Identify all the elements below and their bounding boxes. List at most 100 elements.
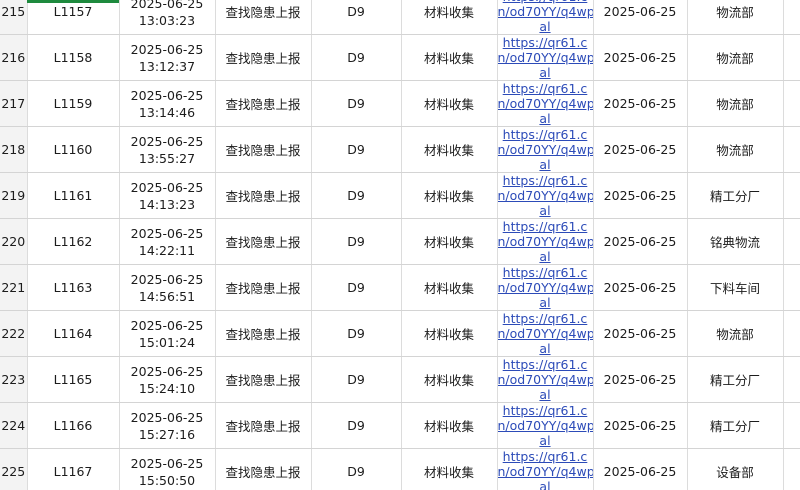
- cell-report-date[interactable]: 2025-06-25: [593, 264, 688, 311]
- row-number[interactable]: 216: [0, 34, 28, 81]
- cell-department[interactable]: 设备部: [687, 448, 784, 490]
- row-number[interactable]: 220: [0, 218, 28, 265]
- link-text-line-2[interactable]: n/od70YY/q4wpE: [498, 326, 593, 341]
- cell-category[interactable]: 材料收集: [401, 80, 498, 127]
- link-text-line-2[interactable]: n/od70YY/q4wpE: [498, 280, 593, 295]
- link-text-line-3[interactable]: al: [498, 433, 593, 448]
- cell-id[interactable]: L1157: [27, 0, 120, 35]
- cell-report-date[interactable]: 2025-06-25: [593, 0, 688, 35]
- link-text-line-3[interactable]: al: [498, 65, 593, 80]
- link-text-line-3[interactable]: al: [498, 295, 593, 310]
- cell-id[interactable]: L1159: [27, 80, 120, 127]
- table-row[interactable]: 223 L1165 2025-06-25 15:24:10 查找隐患上报 D9 材料收集 ht…: [0, 356, 800, 403]
- cell-code[interactable]: D9: [311, 0, 402, 35]
- cell-link[interactable]: https://qr61.cn/od70YY/q4wpEal: [497, 218, 594, 265]
- cell-report-date[interactable]: 2025-06-25: [593, 356, 688, 403]
- cell-empty[interactable]: [783, 310, 800, 357]
- cell-link[interactable]: https://qr61.cn/od70YY/q4wpEal: [497, 310, 594, 357]
- row-number[interactable]: 217: [0, 80, 28, 127]
- cell-empty[interactable]: [783, 448, 800, 490]
- link-text-line-1[interactable]: https://qr61.c: [498, 449, 593, 464]
- link-text-line-2[interactable]: n/od70YY/q4wpE: [498, 188, 593, 203]
- cell-id[interactable]: L1165: [27, 356, 120, 403]
- link-text-line-1[interactable]: https://qr61.c: [498, 81, 593, 96]
- cell-code[interactable]: D9: [311, 80, 402, 127]
- cell-department[interactable]: 铭典物流: [687, 218, 784, 265]
- cell-datetime[interactable]: 2025-06-25 14:56:51: [119, 264, 216, 311]
- table-row[interactable]: 215L11572025-06-2513:03:23查找隐患上报D9材料收集ht…: [0, 0, 800, 35]
- cell-code[interactable]: D9: [311, 172, 402, 219]
- cell-datetime[interactable]: 2025-06-25 14:22:11: [119, 218, 216, 265]
- cell-code[interactable]: D9: [311, 126, 402, 173]
- row-number[interactable]: 219: [0, 172, 28, 219]
- link-text-line-1[interactable]: https://qr61.c: [498, 173, 593, 188]
- cell-empty[interactable]: [783, 264, 800, 311]
- link-text-line-3[interactable]: al: [498, 157, 593, 172]
- link-text-line-3[interactable]: al: [498, 387, 593, 402]
- cell-task[interactable]: 查找隐患上报: [215, 34, 312, 81]
- cell-link[interactable]: https://qr61.cn/od70YY/q4wpEal: [497, 448, 594, 490]
- table-row[interactable]: 225 L1167 2025-06-25 15:50:50 查找隐患上报 D9 材料收集 ht…: [0, 448, 800, 490]
- cell-empty[interactable]: [783, 218, 800, 265]
- link-text-line-3[interactable]: al: [498, 249, 593, 264]
- link-text-line-2[interactable]: n/od70YY/q4wpE: [498, 464, 593, 479]
- cell-empty[interactable]: [783, 80, 800, 127]
- link-text-line-3[interactable]: al: [498, 203, 593, 218]
- row-number[interactable]: 225: [0, 448, 28, 490]
- link-text-line-1[interactable]: https://qr61.c: [498, 35, 593, 50]
- cell-empty[interactable]: [783, 172, 800, 219]
- cell-id[interactable]: L1161: [27, 172, 120, 219]
- table-row[interactable]: 221 L1163 2025-06-25 14:56:51 查找隐患上报 D9 材料收集 ht…: [0, 264, 800, 311]
- cell-datetime[interactable]: 2025-06-25 13:55:27: [119, 126, 216, 173]
- cell-report-date[interactable]: 2025-06-25: [593, 126, 688, 173]
- cell-department[interactable]: 物流部: [687, 310, 784, 357]
- cell-department[interactable]: 物流部: [687, 126, 784, 173]
- cell-department[interactable]: 物流部: [687, 80, 784, 127]
- cell-empty[interactable]: [783, 356, 800, 403]
- link-text-line-2[interactable]: n/od70YY/q4wpE: [498, 4, 593, 19]
- table-row[interactable]: 220 L1162 2025-06-25 14:22:11 查找隐患上报 D9 材料收集 ht…: [0, 218, 800, 265]
- row-number[interactable]: 224: [0, 402, 28, 449]
- cell-report-date[interactable]: 2025-06-25: [593, 402, 688, 449]
- cell-datetime[interactable]: 2025-06-25 13:12:37: [119, 34, 216, 81]
- link-text-line-1[interactable]: https://qr61.c: [498, 127, 593, 142]
- cell-code[interactable]: D9: [311, 402, 402, 449]
- cell-task[interactable]: 查找隐患上报: [215, 448, 312, 490]
- link-text-line-3[interactable]: al: [498, 479, 593, 490]
- cell-code[interactable]: D9: [311, 310, 402, 357]
- cell-datetime[interactable]: 2025-06-25 14:13:23: [119, 172, 216, 219]
- cell-link[interactable]: https://qr61.cn/od70YY/q4wpEal: [497, 34, 594, 81]
- link-text-line-2[interactable]: n/od70YY/q4wpE: [498, 372, 593, 387]
- link-text-line-2[interactable]: n/od70YY/q4wpE: [498, 142, 593, 157]
- cell-category[interactable]: 材料收集: [401, 172, 498, 219]
- cell-category[interactable]: 材料收集: [401, 310, 498, 357]
- cell-code[interactable]: D9: [311, 448, 402, 490]
- cell-task[interactable]: 查找隐患上报: [215, 356, 312, 403]
- cell-task[interactable]: 查找隐患上报: [215, 172, 312, 219]
- cell-task[interactable]: 查找隐患上报: [215, 402, 312, 449]
- table-row[interactable]: 216 L1158 2025-06-25 13:12:37 查找隐患上报 D9 材料收集 ht…: [0, 34, 800, 81]
- link-text-line-2[interactable]: n/od70YY/q4wpE: [498, 50, 593, 65]
- cell-empty[interactable]: [783, 0, 800, 35]
- link-text-line-1[interactable]: https://qr61.c: [498, 357, 593, 372]
- link-text-line-3[interactable]: al: [498, 341, 593, 356]
- cell-category[interactable]: 材料收集: [401, 126, 498, 173]
- cell-report-date[interactable]: 2025-06-25: [593, 448, 688, 490]
- link-text-line-3[interactable]: al: [498, 111, 593, 126]
- cell-category[interactable]: 材料收集: [401, 264, 498, 311]
- cell-datetime[interactable]: 2025-06-25 13:03:23: [119, 0, 216, 35]
- row-number[interactable]: 222: [0, 310, 28, 357]
- cell-category[interactable]: 材料收集: [401, 402, 498, 449]
- cell-task[interactable]: 查找隐患上报: [215, 264, 312, 311]
- cell-datetime[interactable]: 2025-06-25 15:01:24: [119, 310, 216, 357]
- cell-id[interactable]: L1164: [27, 310, 120, 357]
- cell-datetime[interactable]: 2025-06-25 15:50:50: [119, 448, 216, 490]
- cell-department[interactable]: 下料车间: [687, 264, 784, 311]
- cell-department[interactable]: 物流部: [687, 0, 784, 35]
- cell-link[interactable]: https://qr61.cn/od70YY/q4wpEal: [497, 402, 594, 449]
- table-row[interactable]: 218 L1160 2025-06-25 13:55:27 查找隐患上报 D9 材料收集 ht…: [0, 126, 800, 173]
- cell-link[interactable]: https://qr61.cn/od70YY/q4wpEal: [497, 264, 594, 311]
- cell-id[interactable]: L1162: [27, 218, 120, 265]
- link-text-line-1[interactable]: https://qr61.c: [498, 265, 593, 280]
- cell-category[interactable]: 材料收集: [401, 0, 498, 35]
